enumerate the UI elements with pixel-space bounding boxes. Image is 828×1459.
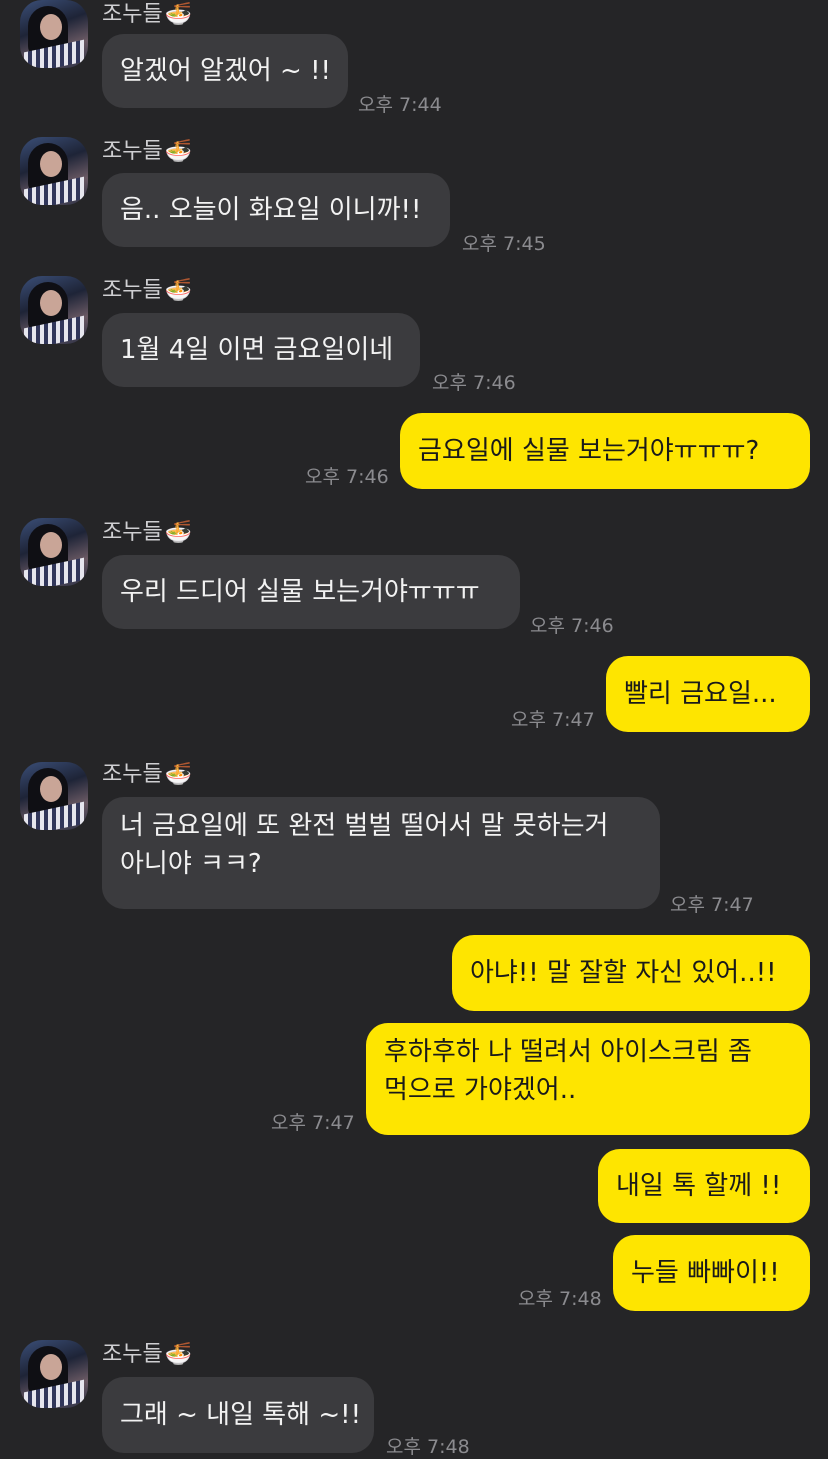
message-time: 오후 7:44	[358, 94, 442, 116]
message-time: 오후 7:47	[670, 894, 754, 916]
incoming-message[interactable]: 너 금요일에 또 완전 벌벌 떨어서 말 못하는거 아니야 ㅋㅋ?	[102, 797, 660, 909]
incoming-message[interactable]: 우리 드디어 실물 보는거야ㅠㅠㅠ	[102, 555, 520, 629]
noodle-bowl-icon: 🍜	[164, 278, 193, 303]
message-time: 오후 7:46	[530, 615, 614, 637]
sender-name: 조누들🍜	[102, 760, 192, 790]
noodle-bowl-icon: 🍜	[164, 762, 193, 787]
message-time: 오후 7:47	[511, 709, 595, 731]
sender-name: 조누들🍜	[102, 518, 192, 548]
noodle-bowl-icon: 🍜	[164, 139, 193, 164]
message-line: 먹으로 가야겠어..	[384, 1075, 577, 1105]
incoming-message[interactable]: 알겠어 알겠어 ~ !!	[102, 34, 348, 108]
message-time: 오후 7:45	[462, 233, 546, 255]
incoming-message[interactable]: 1월 4일 이면 금요일이네	[102, 313, 420, 387]
incoming-message[interactable]: 음.. 오늘이 화요일 이니까!!	[102, 173, 450, 247]
message-time: 오후 7:46	[305, 466, 389, 488]
outgoing-message[interactable]: 누들 빠빠이!!	[613, 1235, 810, 1311]
noodle-bowl-icon: 🍜	[164, 520, 193, 545]
noodle-bowl-icon: 🍜	[164, 1342, 193, 1367]
sender-name: 조누들🍜	[102, 0, 192, 30]
outgoing-message[interactable]: 후하후하 나 떨려서 아이스크림 좀 먹으로 가야겠어..	[366, 1023, 810, 1135]
outgoing-message[interactable]: 아냐!! 말 잘할 자신 있어..!!	[452, 935, 810, 1011]
message-line: 아니야 ㅋㅋ?	[120, 849, 262, 879]
contact-avatar[interactable]	[20, 276, 88, 344]
contact-avatar[interactable]	[20, 1340, 88, 1408]
message-time: 오후 7:47	[271, 1112, 355, 1134]
message-time: 오후 7:46	[432, 372, 516, 394]
message-time: 오후 7:48	[518, 1288, 602, 1310]
outgoing-message[interactable]: 빨리 금요일...	[606, 656, 810, 732]
contact-avatar[interactable]	[20, 137, 88, 205]
message-line: 후하후하 나 떨려서 아이스크림 좀	[384, 1037, 752, 1067]
message-time: 오후 7:48	[386, 1436, 470, 1458]
sender-name: 조누들🍜	[102, 1340, 192, 1370]
outgoing-message[interactable]: 금요일에 실물 보는거야ㅠㅠㅠ?	[400, 413, 810, 489]
contact-avatar[interactable]	[20, 518, 88, 586]
contact-avatar[interactable]	[20, 0, 88, 68]
message-line: 너 금요일에 또 완전 벌벌 떨어서 말 못하는거	[120, 811, 609, 841]
sender-name: 조누들🍜	[102, 276, 192, 306]
sender-name: 조누들🍜	[102, 137, 192, 167]
noodle-bowl-icon: 🍜	[164, 2, 193, 27]
contact-avatar[interactable]	[20, 762, 88, 830]
outgoing-message[interactable]: 내일 톡 할께 !!	[598, 1149, 810, 1223]
incoming-message[interactable]: 그래 ~ 내일 톡해 ~!!	[102, 1377, 374, 1453]
